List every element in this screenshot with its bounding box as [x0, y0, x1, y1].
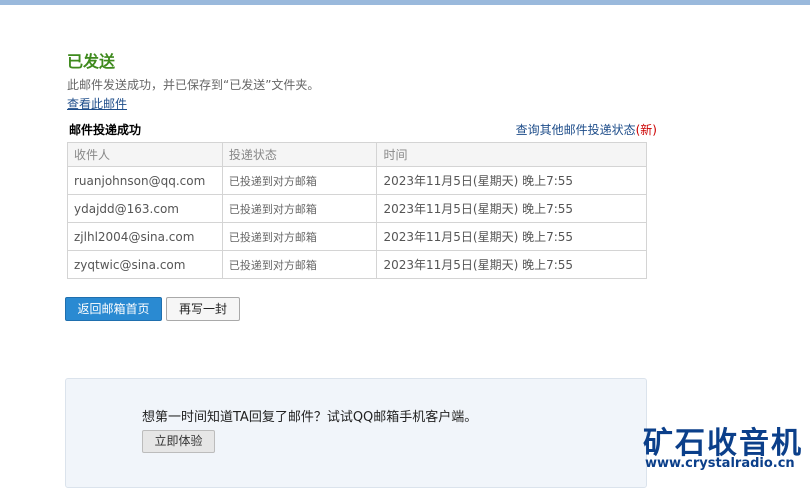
status-cell: 已投递到对方邮箱: [221, 194, 378, 223]
recipient-cell: zyqtwic@sina.com: [67, 250, 223, 279]
mobile-app-promo: 想第一时间知道TA回复了邮件？试试QQ邮箱手机客户端。 立即体验: [65, 378, 647, 488]
other-delivery-status-link[interactable]: 查询其他邮件投递状态(新): [516, 121, 657, 138]
column-header-time: 时间: [376, 142, 647, 167]
delivery-status-table: 收件人 投递状态 时间 ruanjohnson@qq.com 已投递到对方邮箱 …: [67, 142, 647, 279]
status-cell: 已投递到对方邮箱: [221, 222, 378, 251]
send-success-message: 此邮件发送成功，并已保存到“已发送”文件夹。: [67, 78, 320, 92]
column-header-recipient: 收件人: [67, 142, 223, 167]
time-cell: 2023年11月5日(星期天) 晚上7:55: [376, 166, 647, 195]
new-tag: (新): [635, 123, 657, 137]
time-cell: 2023年11月5日(星期天) 晚上7:55: [376, 194, 647, 223]
time-cell: 2023年11月5日(星期天) 晚上7:55: [376, 222, 647, 251]
column-header-status: 投递状态: [221, 142, 378, 167]
table-header-row: 收件人 投递状态 时间: [67, 142, 647, 167]
promo-text: 想第一时间知道TA回复了邮件？试试QQ邮箱手机客户端。: [142, 410, 478, 425]
back-to-inbox-button[interactable]: 返回邮箱首页: [65, 297, 162, 321]
table-row: zyqtwic@sina.com 已投递到对方邮箱 2023年11月5日(星期天…: [67, 250, 647, 279]
recipient-cell: zjlhl2004@sina.com: [67, 222, 223, 251]
table-row: ruanjohnson@qq.com 已投递到对方邮箱 2023年11月5日(星…: [67, 166, 647, 195]
time-cell: 2023年11月5日(星期天) 晚上7:55: [376, 250, 647, 279]
try-now-button[interactable]: 立即体验: [142, 430, 215, 453]
status-cell: 已投递到对方邮箱: [221, 166, 378, 195]
view-email-link[interactable]: 查看此邮件: [67, 95, 127, 112]
watermark-url: www.crystalradio.cn: [645, 456, 795, 471]
compose-again-button[interactable]: 再写一封: [166, 297, 240, 321]
recipient-cell: ruanjohnson@qq.com: [67, 166, 223, 195]
table-row: zjlhl2004@sina.com 已投递到对方邮箱 2023年11月5日(星…: [67, 222, 647, 251]
status-cell: 已投递到对方邮箱: [221, 250, 378, 279]
recipient-cell: ydajdd@163.com: [67, 194, 223, 223]
table-row: ydajdd@163.com 已投递到对方邮箱 2023年11月5日(星期天) …: [67, 194, 647, 223]
page-title: 已发送: [67, 52, 116, 71]
top-bar: [0, 0, 810, 5]
delivery-section-title: 邮件投递成功: [69, 123, 142, 137]
other-status-label: 查询其他邮件投递状态: [515, 123, 636, 137]
